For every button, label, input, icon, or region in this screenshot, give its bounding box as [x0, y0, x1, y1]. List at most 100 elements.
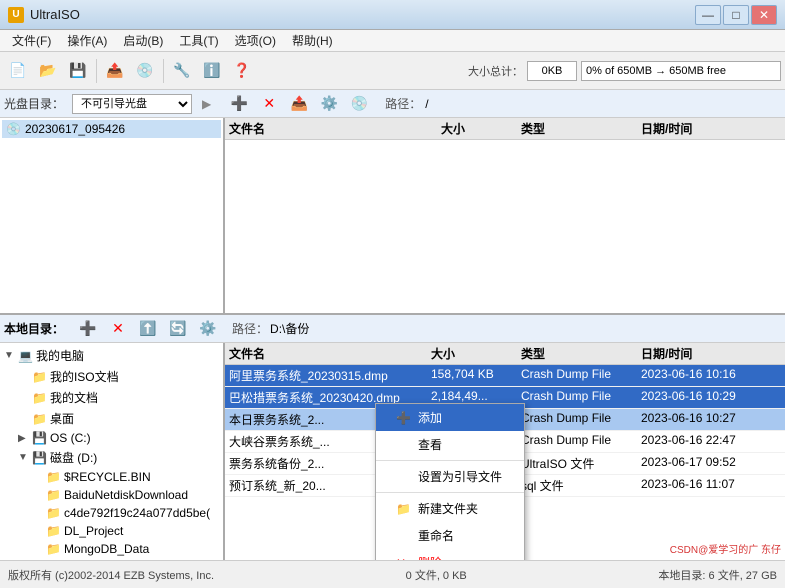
file-date-1: 2023-06-16 10:29: [641, 389, 781, 406]
iso-path-value: /: [425, 97, 428, 111]
menu-boot[interactable]: 启动(B): [115, 30, 171, 51]
new-folder-icon: 📁: [396, 502, 412, 516]
tree-dl-project[interactable]: 📁 DL_Project: [2, 522, 221, 540]
ctx-new-folder[interactable]: 📁 新建文件夹: [376, 495, 524, 522]
iso-mount-btn[interactable]: 💿: [345, 90, 373, 118]
tree-os-c[interactable]: ▶ 💾 OS (C:): [2, 429, 221, 447]
iso-tree-item[interactable]: 💿 20230617_095426: [2, 120, 221, 138]
bottom-section: 本地目录： ➕ ✕ ⬆️ 🔄 ⚙️ 路径： D:\备份 ▼ 💻 我的电脑: [0, 315, 785, 560]
size-progress: 0% of 650MB → 650MB free: [581, 61, 781, 81]
file-date-4: 2023-06-17 09:52: [641, 455, 781, 472]
title-controls: — □ ✕: [695, 5, 777, 25]
local-toolbar: 本地目录： ➕ ✕ ⬆️ 🔄 ⚙️ 路径： D:\备份: [0, 315, 785, 343]
open-button[interactable]: 📂: [34, 57, 62, 85]
disc-label: 光盘目录：: [4, 95, 64, 112]
local-up-btn[interactable]: ⬆️: [134, 315, 162, 343]
burn-button[interactable]: 💿: [131, 57, 159, 85]
maximize-button[interactable]: □: [723, 5, 749, 25]
info-button[interactable]: ℹ️: [198, 57, 226, 85]
size-input[interactable]: [527, 61, 577, 81]
watermark: CSDN@爱学习的广 东仔: [670, 541, 781, 556]
disc-icon: 💿: [6, 122, 21, 136]
disc-arrow: ▶: [202, 97, 211, 111]
tree-my-docs[interactable]: 📁 我的文档: [2, 387, 221, 408]
tree-recycle[interactable]: 📁 $RECYCLE.BIN: [2, 468, 221, 486]
progress-text: 0% of 650MB → 650MB free: [586, 65, 726, 77]
iso-pane: 💿 20230617_095426 文件名 大小 类型 日期/时间: [0, 118, 785, 315]
menu-options[interactable]: 选项(O): [227, 30, 284, 51]
local-col-name: 文件名: [229, 345, 431, 362]
size-label: 大小总计：: [468, 63, 523, 79]
file-row-0[interactable]: 阿里票务系统_20230315.dmp 158,704 KB Crash Dum…: [225, 365, 785, 387]
size-area: 大小总计： 0% of 650MB → 650MB free: [468, 61, 781, 81]
iso-path-label: 路径：: [385, 95, 421, 112]
app-title: UltraISO: [30, 7, 695, 22]
local-settings-btn[interactable]: ⚙️: [194, 315, 222, 343]
main-content: 💿 20230617_095426 文件名 大小 类型 日期/时间 本地目录： …: [0, 118, 785, 560]
iso-extract-btn[interactable]: 📤: [285, 90, 313, 118]
save-button[interactable]: 💾: [64, 57, 92, 85]
main-toolbar: 📄 📂 💾 📤 💿 🔧 ℹ️ ❓ 大小总计： 0% of 650MB → 650…: [0, 52, 785, 90]
tree-disk-d[interactable]: ▼ 💾 磁盘 (D:): [2, 447, 221, 468]
ctx-view[interactable]: 查看: [376, 431, 524, 458]
toolbar-sep-1: [96, 59, 97, 83]
new-button[interactable]: 📄: [4, 57, 32, 85]
iso-tree: 💿 20230617_095426: [0, 118, 225, 313]
status-copyright: 版权所有 (c)2002-2014 EZB Systems, Inc.: [8, 567, 214, 583]
file-date-3: 2023-06-16 22:47: [641, 433, 781, 450]
tree-mycomputer[interactable]: ▼ 💻 我的电脑: [2, 345, 221, 366]
ctx-delete[interactable]: ✕ 删除: [376, 549, 524, 560]
ctx-set-boot[interactable]: 设置为引导文件: [376, 463, 524, 490]
close-button[interactable]: ✕: [751, 5, 777, 25]
file-date-5: 2023-06-16 11:07: [641, 477, 781, 494]
local-refresh-btn[interactable]: 🔄: [164, 315, 192, 343]
file-size-0: 158,704 KB: [431, 367, 521, 384]
file-type-1: Crash Dump File: [521, 389, 641, 406]
toolbar-sep-2: [163, 59, 164, 83]
iso-props-btn[interactable]: ⚙️: [315, 90, 343, 118]
local-delete-btn[interactable]: ✕: [104, 315, 132, 343]
file-type-0: Crash Dump File: [521, 367, 641, 384]
local-path-label: 路径：: [232, 320, 268, 337]
disc-select[interactable]: 不可引导光盘: [72, 94, 192, 114]
prop-button[interactable]: 🔧: [168, 57, 196, 85]
file-type-4: UltraISO 文件: [521, 455, 641, 472]
col-name-header: 文件名: [229, 120, 441, 137]
app-icon: U: [8, 7, 24, 23]
iso-delete-btn[interactable]: ✕: [255, 90, 283, 118]
local-add-btn[interactable]: ➕: [74, 315, 102, 343]
extract-button[interactable]: 📤: [101, 57, 129, 85]
tree-desktop[interactable]: 📁 桌面: [2, 408, 221, 429]
iso-action-buttons: ➕ ✕ 📤 ⚙️ 💿: [225, 90, 373, 118]
ctx-add[interactable]: ➕ 添加: [376, 404, 524, 431]
col-size-header: 大小: [441, 120, 521, 137]
help-button[interactable]: ❓: [228, 57, 256, 85]
local-dir-label: 本地目录：: [4, 320, 64, 337]
local-tree: ▼ 💻 我的电脑 📁 我的ISO文档 📁 我的文档 📁: [0, 343, 225, 560]
tree-baidu[interactable]: 📁 BaiduNetdiskDownload: [2, 486, 221, 504]
context-menu: ➕ 添加 查看 设置为引导文件 📁 新建文件夹: [375, 403, 525, 560]
tree-mongodb[interactable]: 📁 MongoDB_Data: [2, 540, 221, 558]
menu-tools[interactable]: 工具(T): [171, 30, 226, 51]
status-files: 0 文件, 0 KB: [406, 567, 467, 583]
local-col-type: 类型: [521, 345, 641, 362]
minimize-button[interactable]: —: [695, 5, 721, 25]
tree-iso-docs[interactable]: 📁 我的ISO文档: [2, 366, 221, 387]
local-file-list: 文件名 大小 类型 日期/时间 阿里票务系统_20230315.dmp 158,…: [225, 343, 785, 560]
file-type-3: Crash Dump File: [521, 433, 641, 450]
menu-operation[interactable]: 操作(A): [59, 30, 115, 51]
file-date-2: 2023-06-16 10:27: [641, 411, 781, 428]
local-col-size: 大小: [431, 345, 521, 362]
file-type-5: sql 文件: [521, 477, 641, 494]
iso-add-btn[interactable]: ➕: [225, 90, 253, 118]
status-bar: 版权所有 (c)2002-2014 EZB Systems, Inc. 0 文件…: [0, 560, 785, 588]
iso-file-header: 文件名 大小 类型 日期/时间: [225, 118, 785, 140]
file-date-0: 2023-06-16 10:16: [641, 367, 781, 384]
tree-c4de[interactable]: 📁 c4de792f19c24a077dd5be(: [2, 504, 221, 522]
col-type-header: 类型: [521, 120, 641, 137]
delete-icon: ✕: [396, 556, 412, 561]
status-local: 本地目录: 6 文件, 27 GB: [658, 567, 777, 583]
menu-file[interactable]: 文件(F): [4, 30, 59, 51]
menu-help[interactable]: 帮助(H): [284, 30, 341, 51]
ctx-rename[interactable]: 重命名: [376, 522, 524, 549]
